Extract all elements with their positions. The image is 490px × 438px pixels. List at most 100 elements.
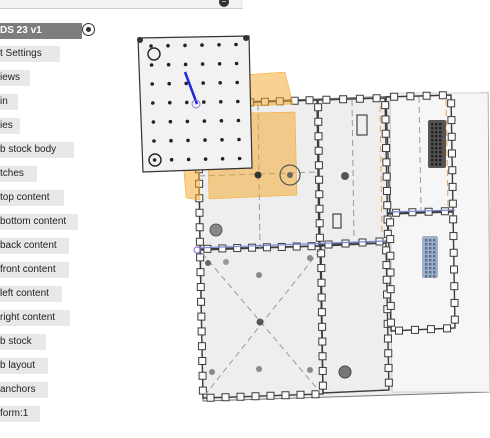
finger-tab <box>324 240 333 249</box>
finger-tab <box>384 363 393 372</box>
browser-item[interactable]: in <box>0 94 18 110</box>
component-item[interactable]: DS 23 v1 <box>0 23 82 39</box>
hole-dot <box>236 118 241 123</box>
pad <box>435 155 438 158</box>
hole-dot <box>168 100 172 105</box>
hole-dot <box>150 82 154 86</box>
finger-tab <box>203 244 212 253</box>
browser-item[interactable]: form:1 <box>0 406 40 422</box>
finger-tab <box>198 371 207 380</box>
pad <box>439 147 442 150</box>
finger-tab <box>197 297 206 306</box>
finger-tab <box>449 215 458 224</box>
finger-tab <box>384 378 393 387</box>
rotated-panel[interactable] <box>137 35 253 173</box>
browser-item[interactable]: tches <box>0 166 37 182</box>
pad <box>431 143 434 146</box>
finger-tab <box>372 94 381 103</box>
finger-tab <box>449 232 458 241</box>
finger-tab <box>221 393 230 402</box>
pad <box>433 263 436 266</box>
pad <box>433 267 436 270</box>
finger-tab <box>386 301 395 310</box>
browser-item[interactable]: b stock <box>0 334 46 350</box>
hole-dot <box>169 138 173 143</box>
pad <box>425 255 428 258</box>
browser-item[interactable]: left content <box>0 286 62 302</box>
finger-tab <box>450 315 459 324</box>
finger-tab <box>448 166 457 175</box>
browser-item[interactable]: anchors <box>0 382 48 398</box>
hole-dot <box>185 100 189 105</box>
hole-dot <box>217 62 222 66</box>
finger-tab <box>318 381 327 390</box>
hole-dot <box>202 119 207 123</box>
pad <box>429 239 432 242</box>
hole-dot <box>220 157 225 161</box>
pad <box>425 267 428 270</box>
finger-tab <box>341 239 350 248</box>
hole-dot <box>201 81 205 85</box>
finger-tab <box>355 94 364 103</box>
pad <box>431 131 434 134</box>
browser-item[interactable]: bottom content <box>0 214 78 230</box>
finger-tab <box>281 391 290 400</box>
finger-tab <box>383 201 392 210</box>
pad <box>433 275 436 278</box>
finger-tab <box>317 308 326 317</box>
browser-item[interactable]: b stock body <box>0 142 74 158</box>
finger-tab <box>197 327 206 336</box>
pad <box>431 135 434 138</box>
hole-dot <box>169 157 174 162</box>
finger-tab <box>248 243 257 252</box>
browser-item[interactable]: back content <box>0 238 69 254</box>
browser-item[interactable]: iews <box>0 70 30 86</box>
pad <box>439 139 442 142</box>
finger-tab <box>450 265 458 274</box>
finger-tab <box>382 172 391 181</box>
hole-dot <box>236 99 240 104</box>
finger-tab <box>450 298 459 307</box>
pad <box>435 135 438 138</box>
finger-tab <box>422 91 431 100</box>
finger-tab <box>318 352 327 361</box>
pad <box>431 123 434 126</box>
browser-item[interactable]: ies <box>0 118 20 134</box>
finger-tab <box>195 208 204 217</box>
hole-dot <box>152 158 157 162</box>
pad <box>431 163 434 166</box>
pad <box>435 127 438 130</box>
hole-dot <box>220 138 224 142</box>
finger-tab <box>386 318 395 327</box>
pad <box>439 151 442 154</box>
hole-dot <box>219 100 223 104</box>
pad <box>439 163 442 166</box>
finger-tab <box>448 149 456 158</box>
browser-item[interactable]: b layout <box>0 358 48 374</box>
pad <box>431 159 434 162</box>
hole-dot <box>237 137 241 142</box>
finger-tab <box>447 132 456 141</box>
hole-dot <box>149 44 153 48</box>
hole-dot <box>218 81 222 85</box>
radio-active-icon[interactable] <box>82 23 95 36</box>
finger-tab <box>408 208 417 217</box>
browser-item[interactable]: t Settings <box>0 46 60 62</box>
hole-dot <box>152 139 156 143</box>
finger-tab <box>382 144 391 153</box>
collapse-icon[interactable]: − <box>219 0 229 7</box>
finger-tab <box>381 101 390 110</box>
pad <box>439 131 442 134</box>
browser-item[interactable]: right content <box>0 310 70 326</box>
pad <box>435 159 438 162</box>
pad <box>433 259 436 262</box>
component-label: DS 23 v1 <box>0 25 42 36</box>
pad <box>433 255 436 258</box>
finger-tab <box>317 278 326 287</box>
pad <box>425 275 428 278</box>
hole-dot <box>202 100 206 104</box>
browser-item[interactable]: top content <box>0 190 64 206</box>
browser-item[interactable]: front content <box>0 262 69 278</box>
canvas-viewport[interactable]: − DS 23 v1 t Settings iews in ies b stock bo… <box>0 0 490 435</box>
finger-tab <box>315 175 324 184</box>
